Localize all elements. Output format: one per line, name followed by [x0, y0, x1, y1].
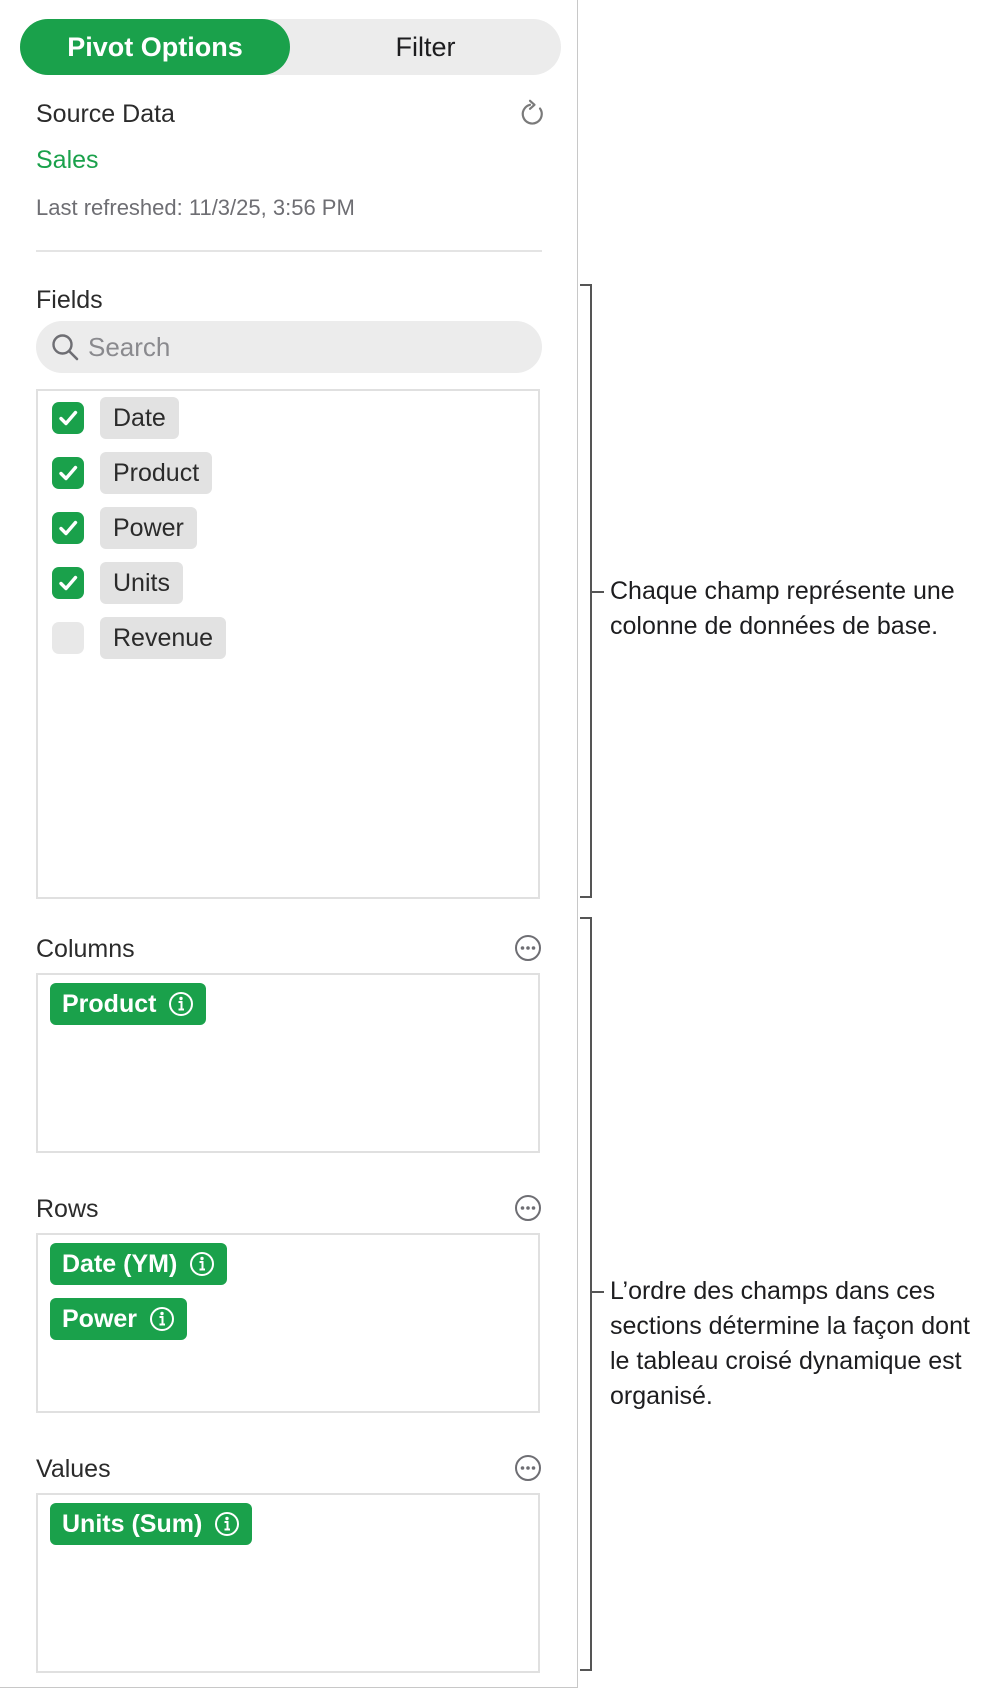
- divider: [36, 250, 542, 252]
- field-checkbox-power[interactable]: [52, 512, 84, 544]
- field-checkbox-product[interactable]: [52, 457, 84, 489]
- tab-filter[interactable]: Filter: [290, 19, 561, 75]
- rows-drop-area[interactable]: Date (YM) Power: [36, 1233, 540, 1413]
- rows-label: Rows: [36, 1195, 99, 1223]
- field-checkbox-revenue[interactable]: [52, 622, 84, 654]
- columns-more-icon[interactable]: [513, 933, 543, 963]
- tab-segmented-control: Pivot Options Filter: [20, 19, 561, 75]
- values-drop-area[interactable]: Units (Sum): [36, 1493, 540, 1673]
- field-chip-power[interactable]: Power: [100, 507, 197, 549]
- info-icon[interactable]: [168, 991, 194, 1017]
- fields-search-input[interactable]: [36, 321, 542, 373]
- source-data-label: Source Data: [36, 100, 175, 128]
- fields-annotation: Chaque champ représente une colonne de d…: [610, 577, 955, 640]
- info-icon[interactable]: [214, 1511, 240, 1537]
- last-refreshed-text: Last refreshed: 11/3/25, 3:56 PM: [36, 195, 355, 220]
- chip-label: Product: [62, 990, 157, 1018]
- checkmark-icon: [59, 410, 78, 426]
- source-table-name[interactable]: Sales: [36, 146, 99, 175]
- field-checkbox-date[interactable]: [52, 402, 84, 434]
- chip-label: Power: [62, 1305, 138, 1333]
- info-icon[interactable]: [189, 1251, 215, 1277]
- column-chip-product[interactable]: Product: [50, 983, 207, 1025]
- checkmark-icon: [59, 520, 78, 536]
- field-chip-units[interactable]: Units: [100, 562, 183, 604]
- row-chip-power[interactable]: Power: [50, 1298, 188, 1340]
- sections-annotation: L’ordre des champs dans ces sections dét…: [610, 1277, 970, 1410]
- field-chip-revenue[interactable]: Revenue: [100, 617, 227, 659]
- fields-bracket-tick: [592, 591, 604, 593]
- pivot-inspector-panel: Pivot Options Filter Source Data Sales L…: [0, 0, 578, 1688]
- values-label: Values: [36, 1455, 111, 1483]
- fields-list: Date Product Power Units Revenue: [36, 389, 540, 899]
- chip-label: Date (YM): [62, 1250, 178, 1278]
- rows-more-icon[interactable]: [513, 1193, 543, 1223]
- checkmark-icon: [59, 465, 78, 481]
- columns-label: Columns: [36, 935, 135, 963]
- field-checkbox-units[interactable]: [52, 567, 84, 599]
- fields-bracket: [580, 284, 592, 898]
- columns-drop-area[interactable]: Product: [36, 973, 540, 1153]
- value-chip-units-sum[interactable]: Units (Sum): [50, 1503, 253, 1545]
- tab-pivot-options[interactable]: Pivot Options: [20, 19, 290, 75]
- sections-bracket: [580, 917, 592, 1671]
- refresh-icon[interactable]: [518, 99, 548, 129]
- row-chip-date-ym[interactable]: Date (YM): [50, 1243, 228, 1285]
- sections-bracket-tick: [592, 1291, 604, 1293]
- info-icon[interactable]: [149, 1306, 175, 1332]
- checkmark-icon: [59, 575, 78, 591]
- field-chip-product[interactable]: Product: [100, 452, 213, 494]
- field-chip-date[interactable]: Date: [100, 397, 179, 439]
- fields-label: Fields: [36, 286, 103, 314]
- chip-label: Units (Sum): [62, 1510, 203, 1538]
- values-more-icon[interactable]: [513, 1453, 543, 1483]
